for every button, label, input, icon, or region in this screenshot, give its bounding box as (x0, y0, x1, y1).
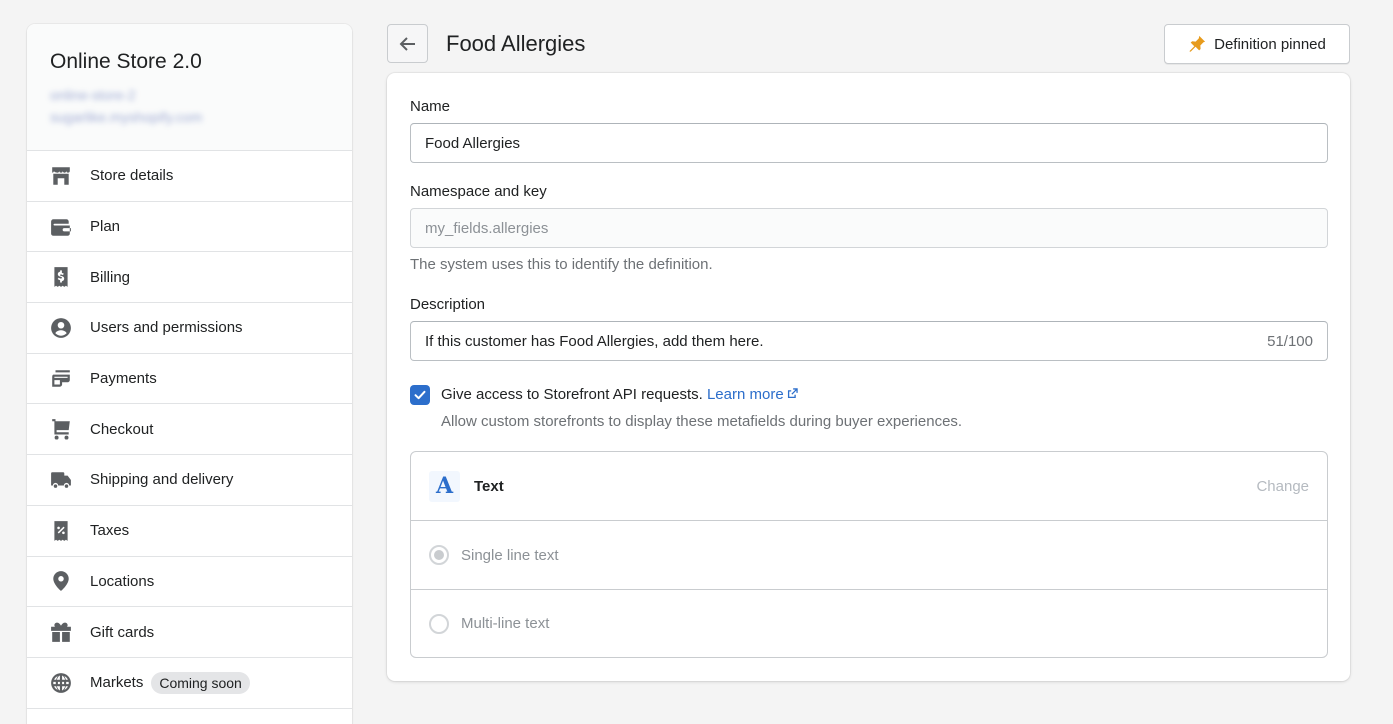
namespace-help-text: The system uses this to identify the def… (410, 256, 713, 273)
type-option-multi-line[interactable]: Multi-line text (411, 589, 1327, 657)
sidebar-item-locations[interactable]: Locations (27, 557, 352, 608)
pinned-label: Definition pinned (1214, 35, 1326, 53)
store-header: Online Store 2.0 online-store-2 sugarlik… (27, 24, 352, 151)
name-value: Food Allergies (425, 134, 521, 152)
cart-icon (50, 418, 72, 440)
type-header: A Text Change (411, 452, 1327, 521)
store-name: Online Store 2.0 (50, 50, 202, 73)
page-title: Food Allergies (446, 31, 586, 56)
sidebar-item-label: Plan (90, 218, 121, 236)
store-icon (50, 165, 72, 187)
sidebar-item-label: Taxes (90, 522, 130, 540)
type-name: Text (474, 477, 504, 495)
namespace-key-input: my_fields.allergies (410, 208, 1328, 248)
change-type-button[interactable]: Change (1256, 478, 1309, 495)
learn-more-link[interactable]: Learn more (707, 386, 799, 403)
sidebar-item-shipping-and-delivery[interactable]: Shipping and delivery (27, 455, 352, 506)
pin-icon (1189, 35, 1206, 52)
sidebar-item-label: Users and permissions (90, 319, 243, 337)
sidebar-item-label: Billing (90, 268, 131, 286)
sidebar-item-store-details[interactable]: Store details (27, 151, 352, 202)
type-option-single-line[interactable]: Single line text (411, 521, 1327, 589)
back-button[interactable] (387, 24, 428, 63)
multi-line-radio[interactable] (429, 613, 449, 634)
payments-icon (50, 368, 72, 390)
receipt-percent-icon (50, 520, 72, 542)
name-label: Name (410, 98, 451, 115)
checkmark-icon (414, 390, 426, 400)
settings-sidebar: Online Store 2.0 online-store-2 sugarlik… (27, 24, 352, 724)
sidebar-item-label: Markets (90, 674, 144, 692)
description-value: If this customer has Food Allergies, add… (425, 332, 764, 350)
description-input[interactable]: If this customer has Food Allergies, add… (410, 321, 1328, 361)
namespace-value: my_fields.allergies (425, 219, 549, 237)
option-label: Single line text (461, 546, 559, 564)
receipt-dollar-icon (50, 266, 72, 288)
external-link-icon (787, 388, 798, 399)
text-type-icon: A (429, 470, 460, 502)
storefront-access-checkbox[interactable] (410, 385, 430, 405)
sidebar-item-plan[interactable]: Plan (27, 202, 352, 253)
sidebar-item-taxes[interactable]: Taxes (27, 506, 352, 557)
namespace-label: Namespace and key (410, 183, 547, 200)
coming-soon-badge: Coming soon (151, 671, 250, 694)
storefront-access-help-text: Allow custom storefronts to display thes… (441, 413, 963, 430)
description-label: Description (410, 296, 486, 313)
sidebar-item-label: Checkout (90, 420, 154, 438)
storefront-access-label: Give access to Storefront API requests. … (441, 386, 799, 403)
sidebar-item-gift-cards[interactable]: Gift cards (27, 607, 352, 658)
sidebar-item-checkout[interactable]: Checkout (27, 404, 352, 456)
globe-icon (50, 672, 72, 694)
sidebar-item-users-and-permissions[interactable]: Users and permissions (27, 303, 352, 354)
sidebar-item-label: Gift cards (90, 623, 155, 641)
location-pin-icon (50, 570, 72, 592)
gift-icon (50, 621, 72, 643)
wallet-icon (50, 216, 72, 238)
name-input[interactable]: Food Allergies (410, 123, 1328, 163)
sidebar-item-label: Locations (90, 572, 155, 590)
definition-pinned-button[interactable]: Definition pinned (1164, 24, 1350, 64)
metafield-type-box: A Text Change Single line text Multi-lin… (410, 451, 1328, 658)
store-details-blurred: online-store-2 sugarlike.myshopify.com (50, 87, 203, 125)
sidebar-item-label: Payments (90, 370, 157, 388)
sidebar-item-label: Shipping and delivery (90, 471, 234, 489)
arrow-left-icon (399, 36, 415, 51)
sidebar-item-payments[interactable]: Payments (27, 354, 352, 405)
definition-form-card: Name Food Allergies Namespace and key my… (387, 73, 1350, 681)
sidebar-item-markets[interactable]: Markets Coming soon (27, 658, 352, 709)
sidebar-item-billing[interactable]: Billing (27, 252, 352, 304)
truck-icon (50, 469, 72, 491)
user-circle-icon (50, 317, 72, 339)
option-label: Multi-line text (461, 615, 550, 632)
character-counter: 51/100 (1267, 332, 1313, 350)
single-line-radio[interactable] (429, 545, 449, 565)
sidebar-item-label: Store details (90, 167, 174, 185)
